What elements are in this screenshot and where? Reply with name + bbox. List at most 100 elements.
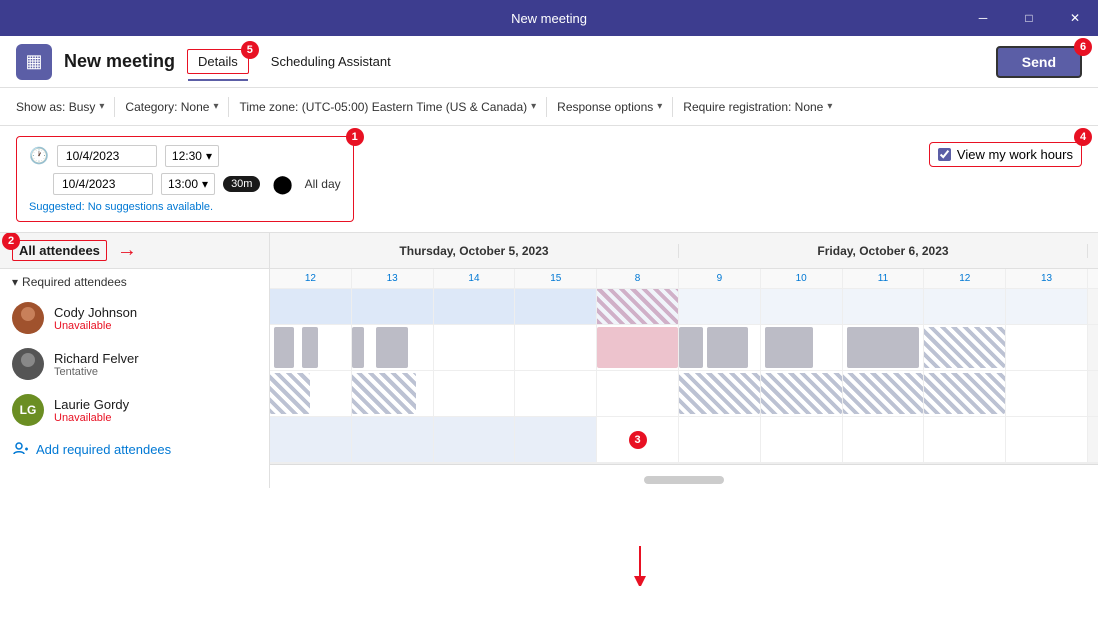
cody-busy-9: [924, 327, 1005, 368]
richard-cell-7: [843, 371, 925, 416]
toolbar-sep-4: [672, 97, 673, 117]
laurie-cell-1: [352, 417, 434, 462]
timezone-dropdown[interactable]: Time zone: (UTC-05:00) Eastern Time (US …: [239, 100, 536, 114]
end-date-input[interactable]: [53, 173, 153, 195]
hour-14-thu: 14: [434, 269, 516, 288]
details-tab[interactable]: Details: [187, 49, 249, 74]
laurie-cell-7: [843, 417, 925, 462]
all-att-cell-8: [924, 289, 1006, 324]
require-reg-dropdown[interactable]: Require registration: None ▾: [683, 100, 832, 114]
work-hours-checkbox[interactable]: [938, 148, 951, 161]
start-time-select[interactable]: 12:30 ▾: [165, 145, 219, 167]
add-required-attendees[interactable]: Add required attendees: [0, 433, 269, 465]
header-left: ▦ New meeting Details 5 Scheduling Assis…: [16, 44, 401, 80]
minimize-button[interactable]: ─: [960, 0, 1006, 36]
arrow-right-icon: →: [117, 239, 137, 262]
toolbar-sep-2: [228, 97, 229, 117]
all-attendees-label: All attendees: [12, 240, 107, 261]
meeting-title: New meeting: [64, 51, 175, 72]
all-att-cell-6: [761, 289, 843, 324]
laurie-cell-8: [924, 417, 1006, 462]
expand-icon[interactable]: ▾: [12, 275, 18, 289]
richard-cell-2: [434, 371, 516, 416]
hour-12-thu: 12: [270, 269, 352, 288]
hour-8-fri: 8: [597, 269, 679, 288]
cal-scrollbar-space: [1088, 289, 1098, 324]
cody-cell-9: [1006, 325, 1088, 370]
close-button[interactable]: ✕: [1052, 0, 1098, 36]
thursday-label: Thursday, October 5, 2023: [399, 244, 548, 258]
suggested-text: Suggested: No suggestions available.: [29, 201, 341, 213]
work-hours-label[interactable]: View my work hours: [957, 147, 1073, 162]
all-att-cell-5: [679, 289, 761, 324]
laurie-cell-4: 3: [597, 417, 679, 462]
timezone-chevron: ▾: [531, 101, 536, 112]
show-as-dropdown[interactable]: Show as: Busy ▾: [16, 100, 104, 114]
richard-info: Richard Felver Tentative: [54, 351, 139, 378]
cody-cell-4: [597, 325, 679, 370]
hour-15-thu: 15: [515, 269, 597, 288]
richard-cell-4: [597, 371, 679, 416]
richard-name: Richard Felver: [54, 351, 139, 366]
laurie-cell-3: [515, 417, 597, 462]
richard-cell-6: [761, 371, 843, 416]
clock-icon: 🕐: [29, 146, 49, 166]
hours-row: 12 13 14 15 8 9 10 11 12 13: [270, 269, 1098, 289]
start-date-input[interactable]: [57, 145, 157, 167]
laurie-cell-2: [434, 417, 516, 462]
cody-busy-4: [376, 327, 408, 368]
all-att-cell-4: [597, 289, 679, 324]
badge-6: 6: [1074, 38, 1092, 56]
end-time-value: 13:00: [168, 177, 198, 191]
app-icon-symbol: ▦: [25, 51, 42, 72]
work-hours-area: View my work hours: [929, 142, 1082, 167]
richard-scrollbar: [1088, 371, 1098, 416]
cody-busy-fri: [597, 327, 678, 368]
show-as-label: Show as: Busy: [16, 100, 95, 114]
cody-cell-2: [434, 325, 516, 370]
scheduling-tab[interactable]: Scheduling Assistant: [261, 50, 401, 73]
send-btn-container: Send 6: [996, 46, 1082, 78]
all-att-cell-3: [515, 289, 597, 324]
work-hours-container: 4 View my work hours: [929, 136, 1082, 167]
duration-badge: 30m: [223, 176, 260, 192]
cody-cell-6: [761, 325, 843, 370]
laurie-cell-6: [761, 417, 843, 462]
category-dropdown[interactable]: Category: None ▾: [125, 100, 218, 114]
allday-toggle[interactable]: ⬤: [272, 174, 292, 195]
calendar-section: 2 All attendees → ▾ Required attendees C…: [0, 233, 1098, 488]
end-time-select[interactable]: 13:00 ▾: [161, 173, 215, 195]
details-tab-container: Details 5: [187, 49, 249, 74]
cody-busy-7: [765, 327, 813, 368]
cody-info: Cody Johnson Unavailable: [54, 305, 137, 332]
scroll-thumb[interactable]: [644, 476, 724, 484]
cody-cell-7: [843, 325, 925, 370]
badge-3: 3: [629, 431, 647, 449]
window-title: New meeting: [511, 11, 587, 26]
richard-busy-3: [679, 373, 760, 414]
badge-1-container: 1 🕐 12:30 ▾ 13:00 ▾ 30m ⬤ All day: [16, 136, 354, 222]
cody-cell-8: [924, 325, 1006, 370]
required-attendees-section: ▾ Required attendees: [0, 269, 269, 295]
maximize-button[interactable]: □: [1006, 0, 1052, 36]
richard-cal-row: [270, 371, 1098, 417]
day-friday: Friday, October 6, 2023: [679, 244, 1088, 258]
send-button[interactable]: Send: [996, 46, 1082, 78]
attendee-richard-felver: Richard Felver Tentative: [0, 341, 269, 387]
attendee-cody-johnson: Cody Johnson Unavailable: [0, 295, 269, 341]
hour-scrollbar-space: [1088, 269, 1098, 288]
hour-12-fri: 12: [924, 269, 1006, 288]
richard-cell-8: [924, 371, 1006, 416]
hour-11-fri: 11: [843, 269, 925, 288]
all-att-cell-2: [434, 289, 516, 324]
cody-busy-1: [274, 327, 294, 368]
start-date-row: 🕐 12:30 ▾: [29, 145, 341, 167]
avatar-richard: [12, 348, 44, 380]
show-as-chevron: ▾: [99, 101, 104, 112]
laurie-cell-5: [679, 417, 761, 462]
window-controls: ─ □ ✕: [960, 0, 1098, 36]
calendar-grid: Thursday, October 5, 2023 Friday, Octobe…: [270, 233, 1098, 488]
avatar-laurie: LG: [12, 394, 44, 426]
required-section-label: Required attendees: [22, 275, 127, 289]
response-options-dropdown[interactable]: Response options ▾: [557, 100, 662, 114]
